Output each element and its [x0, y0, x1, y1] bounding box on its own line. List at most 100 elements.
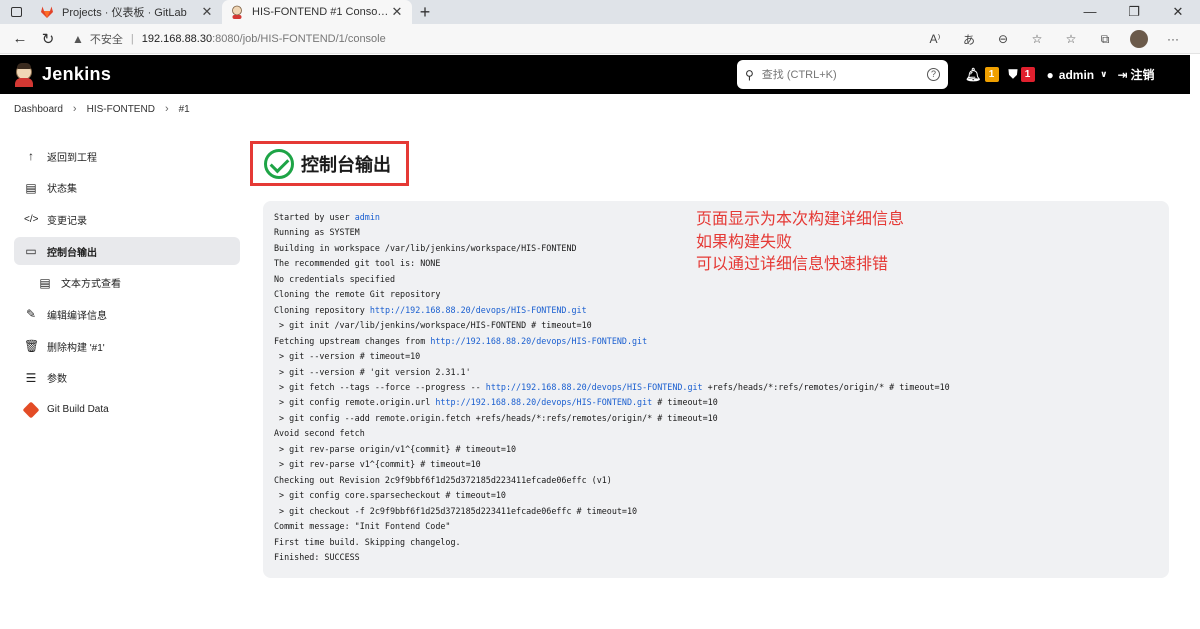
favorites-icon[interactable]: ☆ [1054, 32, 1088, 46]
console-text: Commit message: "Init Fontend Code" [274, 521, 451, 532]
arrow-up-icon: ↑ [28, 149, 34, 163]
security-label: 不安全 [89, 33, 123, 46]
sidebar-item-label: 文本方式查看 [61, 279, 121, 291]
annotation-line: 如果构建失败 [696, 233, 793, 251]
console-text: +refs/heads/*:refs/remotes/origin/* # ti… [702, 381, 950, 392]
console-text: > git rev-parse origin/v1^{commit} # tim… [274, 443, 517, 454]
app-name[interactable]: Jenkins [42, 64, 111, 85]
console-line: > git fetch --tags --force --progress --… [274, 380, 1158, 395]
back-icon[interactable]: ← [6, 30, 34, 47]
sidebar-item-label: 返回到工程 [47, 152, 97, 164]
browser-tab-gitlab[interactable]: Projects · 仪表板 · GitLab ✕ [32, 0, 222, 24]
sidebar-item-git-build-data[interactable]: Git Build Data [14, 396, 240, 424]
console-text: Finished: SUCCESS [274, 551, 360, 562]
shield-icon[interactable]: ⛊ [1009, 67, 1018, 82]
console-text: > git rev-parse v1^{commit} # timeout=10 [274, 459, 481, 470]
sidebar-item-console-output[interactable]: ▭ 控制台输出 [14, 237, 240, 266]
chevron-right-icon: › [72, 103, 77, 115]
console-text: No credentials specified [274, 273, 396, 284]
breadcrumb-build[interactable]: #1 [179, 104, 190, 115]
console-line: > git rev-parse v1^{commit} # timeout=10 [274, 457, 1158, 472]
breadcrumb-job[interactable]: HIS-FONTEND [87, 104, 155, 115]
bell-icon[interactable]: 🔔︎ [965, 67, 982, 83]
close-tab-icon[interactable]: ✕ [200, 4, 214, 20]
console-text: Building in workspace /var/lib/jenkins/w… [274, 242, 577, 253]
zoom-icon[interactable]: ⊖ [986, 32, 1020, 46]
more-menu-icon[interactable]: ··· [1156, 32, 1190, 46]
console-line: > git --version # 'git version 2.31.1' [274, 365, 1158, 380]
console-text: Checking out Revision 2c9f9bbf6f1d25d372… [274, 474, 612, 485]
restore-icon[interactable]: ❐ [1112, 0, 1156, 24]
profile-avatar[interactable] [1130, 30, 1148, 48]
sidebar-item-edit-build-info[interactable]: ✎ 编辑编译信息 [14, 300, 240, 328]
terminal-icon: ▭ [25, 244, 37, 259]
url-field[interactable]: ▲ 不安全 | 192.168.88.30 :8080/job/HIS-FONT… [72, 28, 386, 50]
console-line: > git config core.sparsecheckout # timeo… [274, 488, 1158, 503]
close-tab-icon[interactable]: ✕ [390, 4, 404, 20]
page-title: 控制台输出 [301, 154, 391, 175]
console-link[interactable]: http://192.168.88.20/devops/HIS-FONTEND.… [435, 397, 652, 407]
favorite-add-icon[interactable]: ☆ [1020, 32, 1054, 46]
user-icon: ● [1046, 67, 1054, 82]
search-box[interactable]: ⚲ ? [737, 60, 948, 89]
collections-icon[interactable]: ⧉ [1088, 32, 1122, 47]
browser-tab-jenkins[interactable]: HIS-FONTEND #1 Console [Jenkins] ✕ [222, 0, 412, 24]
sidebar-item-view-as-text[interactable]: ▤ 文本方式查看 [14, 269, 240, 297]
console-text: > git --version # timeout=10 [274, 351, 421, 362]
sidebar-item-parameters[interactable]: ☰ 参数 [14, 364, 240, 392]
console-text: > git checkout -f 2c9f9bbf6f1d25d372185d… [274, 505, 638, 516]
console-link[interactable]: http://192.168.88.20/devops/HIS-FONTEND.… [370, 305, 587, 315]
help-icon[interactable]: ? [927, 68, 940, 81]
sidebar-item-status[interactable]: ▤ 状态集 [14, 174, 240, 202]
code-icon: </> [24, 213, 39, 225]
console-text: > git fetch --tags --force --progress -- [274, 381, 486, 392]
logout-link[interactable]: 注销 [1131, 66, 1155, 83]
gitlab-icon [41, 6, 53, 18]
minimize-icon[interactable]: — [1068, 0, 1112, 24]
read-aloud-icon[interactable]: A⁾ [918, 32, 952, 46]
user-menu[interactable]: admin [1059, 68, 1094, 82]
close-window-icon[interactable]: ✕ [1156, 0, 1200, 24]
text-file-icon: ▤ [39, 275, 51, 290]
warning-icon: ▲ [72, 31, 84, 46]
notifications-badge[interactable]: 1 [984, 67, 999, 82]
console-text: > git init /var/lib/jenkins/workspace/HI… [274, 320, 592, 331]
console-link[interactable]: http://192.168.88.20/devops/HIS-FONTEND.… [486, 382, 703, 392]
console-link[interactable]: admin [355, 212, 380, 222]
console-text: > git --version # 'git version 2.31.1' [274, 366, 471, 377]
tab-actions-button[interactable] [0, 0, 32, 24]
sidebar-item-back-to-project[interactable]: ↑ 返回到工程 [14, 142, 240, 170]
sidebar-item-label: 状态集 [47, 184, 77, 196]
annotation-line: 页面显示为本次构建详细信息 [696, 211, 905, 228]
browser-toolbar: A⁾ あ ⊖ ☆ ☆ ⧉ ··· [918, 24, 1190, 54]
console-line: Checking out Revision 2c9f9bbf6f1d25d372… [274, 473, 1158, 488]
console-line: > git checkout -f 2c9f9bbf6f1d25d372185d… [274, 504, 1158, 519]
console-line: > git rev-parse origin/v1^{commit} # tim… [274, 442, 1158, 457]
sidebar-item-changes[interactable]: </> 变更记录 [14, 205, 240, 233]
sidebar-item-delete-build[interactable]: 🗑︎ 删除构建 '#1' [14, 332, 240, 360]
tab-actions-icon [10, 7, 22, 17]
annotation-note: 页面显示为本次构建详细信息 如果构建失败 可以通过详细信息快速排错 [696, 209, 904, 277]
git-icon [22, 401, 40, 418]
annotation-line: 可以通过详细信息快速排错 [696, 256, 889, 273]
console-line: Cloning the remote Git repository [274, 287, 1158, 302]
sidebar-item-label: 删除构建 '#1' [47, 342, 105, 354]
console-text: Fetching upstream changes from [274, 335, 431, 346]
chevron-down-icon[interactable]: ∨ [1100, 69, 1107, 80]
browser-tab-strip: Projects · 仪表板 · GitLab ✕ HIS-FONTEND #1… [0, 0, 1200, 24]
console-text: First time build. Skipping changelog. [274, 536, 461, 547]
breadcrumb: Dashboard › HIS-FONTEND › #1 [14, 102, 190, 116]
console-text: Cloning repository [274, 304, 370, 315]
console-link[interactable]: http://192.168.88.20/devops/HIS-FONTEND.… [430, 336, 647, 346]
translate-icon[interactable]: あ [952, 31, 986, 48]
security-badge[interactable]: 1 [1020, 67, 1035, 82]
new-tab-button[interactable]: + [412, 0, 438, 24]
reload-icon[interactable]: ↻ [34, 30, 62, 48]
chevron-right-icon: › [164, 103, 169, 115]
search-input[interactable] [761, 68, 927, 81]
breadcrumb-dashboard[interactable]: Dashboard [14, 104, 63, 115]
console-line: Commit message: "Init Fontend Code" [274, 519, 1158, 534]
url-host: 192.168.88.30 [141, 32, 213, 45]
jenkins-logo-icon[interactable] [14, 62, 34, 87]
console-text: > git config core.sparsecheckout # timeo… [274, 490, 506, 501]
